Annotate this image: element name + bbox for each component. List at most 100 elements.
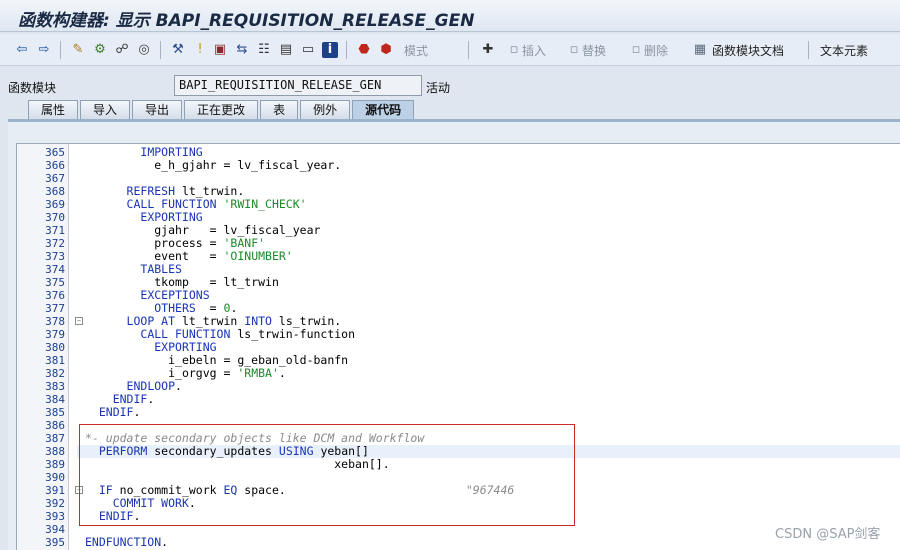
tab-source-code[interactable]: 源代码 — [352, 100, 415, 119]
mode-button[interactable]: 模式 — [404, 40, 428, 60]
line-number: 389 — [45, 458, 65, 471]
function-module-name-field[interactable]: BAPI_REQUISITION_RELEASE_GEN — [174, 75, 422, 96]
tab-exceptions[interactable]: 例外 — [300, 100, 351, 119]
line-number: 371 — [45, 224, 65, 237]
check-icon[interactable]: ◎ — [136, 40, 152, 60]
code-keyword: IMPORTING — [140, 145, 203, 159]
line-number: 386 — [45, 419, 65, 432]
code-token: ls_trwin. — [271, 314, 342, 328]
activate-icon[interactable]: ⚒ — [170, 40, 186, 60]
code-token: = — [195, 301, 224, 315]
code-token: gjahr = lv_fiscal_year — [154, 223, 321, 237]
fold-toggle-icon[interactable]: – — [75, 317, 83, 325]
code-line[interactable]: ENDIF. — [85, 405, 141, 419]
code-literal: 'RWIN_CHECK' — [223, 197, 307, 211]
test-icon[interactable]: ▣ — [212, 40, 228, 60]
insert-icon: ▫ — [509, 42, 519, 57]
where-used-icon[interactable]: ǃ — [192, 40, 208, 60]
tab-import[interactable]: 导入 — [80, 100, 131, 119]
text-elements-button[interactable]: 文本元素 — [820, 40, 868, 60]
tab-attributes[interactable]: 属性 — [28, 100, 79, 119]
line-number: 384 — [45, 393, 65, 406]
replace-icon: ▫ — [569, 42, 579, 57]
code-keyword: LOOP AT — [126, 314, 176, 328]
layout-icon[interactable]: ▭ — [300, 40, 316, 60]
code-token: lt_trwin — [175, 314, 245, 328]
line-number: 383 — [45, 380, 65, 393]
info-icon[interactable]: i — [322, 40, 338, 60]
line-number: 375 — [45, 276, 65, 289]
session-breakpoint-icon[interactable]: ⬢ — [378, 40, 394, 60]
code-line[interactable]: ENDFUNCTION. — [85, 536, 168, 549]
replace-button[interactable]: ▫ 替换 — [566, 40, 606, 60]
line-number: 381 — [45, 354, 65, 367]
code-token: process = — [154, 236, 224, 250]
back-arrow-icon[interactable]: ⇦ — [14, 40, 30, 60]
code-keyword: ENDFUNCTION — [85, 535, 162, 549]
line-number: 374 — [45, 263, 65, 276]
code-token: . — [133, 405, 141, 419]
docs-label: 函数模块文档 — [712, 43, 785, 58]
highlight-box — [79, 424, 575, 526]
code-keyword: CALL FUNCTION — [140, 327, 231, 341]
code-keyword: EXPORTING — [140, 210, 203, 224]
function-module-docs-button[interactable]: ▦ 函数模块文档 — [692, 40, 784, 60]
toolbar-separator — [60, 41, 61, 59]
code-line[interactable]: e_h_gjahr = lv_fiscal_year. — [85, 159, 341, 172]
delete-icon: ▫ — [631, 42, 641, 57]
line-number: 391 — [45, 484, 65, 497]
mode-label: 模式 — [404, 43, 429, 58]
code-keyword: EXCEPTIONS — [140, 288, 210, 302]
application-toolbar: ⇦ ⇨ ✎ ⚙ ☍ ◎ ⚒ ǃ ▣ ⇆ ☷ ▤ ▭ i ⬣ ⬢ 模式 ✚ ▫ 插入… — [0, 34, 900, 66]
code-keyword: EXPORTING — [154, 340, 217, 354]
display-change-icon[interactable]: ⚙ — [92, 40, 108, 60]
text-elements-label: 文本元素 — [820, 43, 869, 58]
edit-pencil-icon[interactable]: ✎ — [70, 40, 86, 60]
navigate-icon[interactable]: ⇆ — [234, 40, 250, 60]
code-keyword: CALL FUNCTION — [126, 197, 217, 211]
line-number: 394 — [45, 523, 65, 536]
line-number: 370 — [45, 211, 65, 224]
code-keyword: OTHERS — [154, 301, 196, 315]
toolbar-separator — [468, 41, 469, 59]
line-number: 379 — [45, 328, 65, 341]
delete-button[interactable]: ▫ 删除 — [628, 40, 668, 60]
tab-tables[interactable]: 表 — [260, 100, 299, 119]
toolbar-separator — [808, 41, 809, 59]
line-number: 378 — [45, 315, 65, 328]
line-number: 372 — [45, 237, 65, 250]
title-bar: 函数构建器: 显示 BAPI_REQUISITION_RELEASE_GEN — [0, 0, 900, 32]
window-title: 函数构建器: 显示 BAPI_REQUISITION_RELEASE_GEN — [18, 11, 475, 31]
print-icon[interactable]: ▤ — [278, 40, 294, 60]
forward-arrow-icon[interactable]: ⇨ — [36, 40, 52, 60]
code-keyword: ENDLOOP — [126, 379, 176, 393]
line-number: 395 — [45, 536, 65, 549]
tab-export[interactable]: 导出 — [132, 100, 183, 119]
code-keyword: REFRESH — [126, 184, 176, 198]
code-literal: 'RMBA' — [237, 366, 279, 380]
insert-button[interactable]: ▫ 插入 — [506, 40, 546, 60]
pattern-icon[interactable]: ✚ — [480, 40, 496, 60]
hierarchy-icon[interactable]: ☷ — [256, 40, 272, 60]
code-token: ls_trwin-function — [230, 327, 356, 341]
line-number: 390 — [45, 471, 65, 484]
function-module-field-row: 函数模块 BAPI_REQUISITION_RELEASE_GEN 活动 — [0, 72, 900, 98]
delete-label: 删除 — [644, 43, 669, 58]
line-number: 387 — [45, 432, 65, 445]
code-keyword: TABLES — [140, 262, 182, 276]
other-object-icon[interactable]: ☍ — [114, 40, 130, 60]
breakpoint-icon[interactable]: ⬣ — [356, 40, 372, 60]
status-text: 活动 — [426, 81, 451, 95]
tab-changing[interactable]: 正在更改 — [184, 100, 259, 119]
code-token: tkomp = lt_trwin — [154, 275, 279, 289]
line-number: 376 — [45, 289, 65, 302]
code-keyword: ENDIF — [112, 392, 148, 406]
